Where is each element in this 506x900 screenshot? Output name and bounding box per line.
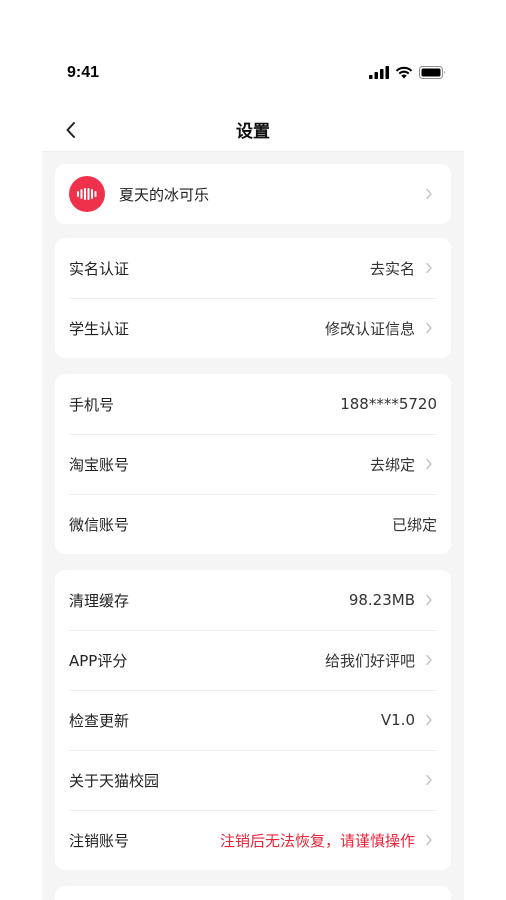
signal-icon	[369, 66, 389, 79]
list-item-phone: 手机号 188****5720	[55, 374, 451, 434]
chevron-right-icon	[421, 320, 437, 336]
list-item-rate-app[interactable]: APP评分 给我们好评吧	[55, 630, 451, 690]
item-value: V1.0	[380, 711, 415, 729]
item-value: 98.23MB	[348, 591, 415, 609]
chevron-right-icon	[421, 772, 437, 788]
item-label: APP评分	[69, 651, 128, 670]
item-label: 检查更新	[69, 711, 130, 730]
status-time: 9:41	[67, 64, 100, 81]
chevron-right-icon	[421, 832, 437, 848]
profile-name: 夏天的冰可乐	[119, 185, 210, 204]
wifi-icon	[395, 66, 413, 79]
list-item-delete-account[interactable]: 注销账号 注销后无法恢复，请谨慎操作	[55, 810, 451, 870]
list-item-about[interactable]: 关于天猫校园	[55, 750, 451, 810]
list-item-wechat: 微信账号 已绑定	[55, 494, 451, 554]
list-item-taobao[interactable]: 淘宝账号 去绑定	[55, 434, 451, 494]
chevron-right-icon	[421, 652, 437, 668]
item-label: 淘宝账号	[69, 455, 130, 474]
item-value: 已绑定	[391, 515, 437, 534]
nav-bar: 设置	[42, 108, 464, 152]
item-value: 修改认证信息	[324, 319, 415, 338]
item-value: 给我们好评吧	[324, 651, 415, 670]
avatar	[69, 176, 105, 212]
next-card	[55, 886, 451, 900]
item-label: 关于天猫校园	[69, 771, 160, 790]
chevron-right-icon	[421, 456, 437, 472]
chevron-right-icon	[421, 712, 437, 728]
avatar-logo-icon	[77, 188, 97, 200]
list-item-student[interactable]: 学生认证 修改认证信息	[55, 298, 451, 358]
item-value: 188****5720	[340, 395, 437, 413]
chevron-right-icon	[421, 260, 437, 276]
page-title: 设置	[236, 122, 270, 142]
status-bar: 9:41	[42, 40, 464, 108]
chevron-right-icon	[421, 592, 437, 608]
list-item-check-update[interactable]: 检查更新 V1.0	[55, 690, 451, 750]
item-value: 去绑定	[369, 455, 415, 474]
list-item-real-name[interactable]: 实名认证 去实名	[55, 238, 451, 298]
profile-row[interactable]: 夏天的冰可乐	[55, 164, 451, 224]
item-label: 学生认证	[69, 319, 130, 338]
accounts-card: 手机号 188****5720 淘宝账号 去绑定 微信账号 已绑定	[55, 374, 451, 554]
item-label: 清理缓存	[69, 591, 130, 610]
item-label: 注销账号	[69, 831, 130, 850]
status-icons	[369, 66, 446, 79]
item-value: 去实名	[369, 259, 415, 278]
item-label: 实名认证	[69, 259, 130, 278]
settings-screen: 9:41 设置 夏天的冰可乐 实名认证 去实名 学生认证 修改认证信息 手机号 …	[42, 40, 464, 900]
item-label: 微信账号	[69, 515, 130, 534]
item-label: 手机号	[69, 395, 115, 414]
profile-card[interactable]: 夏天的冰可乐	[55, 164, 451, 224]
battery-icon	[419, 66, 445, 79]
delete-warning-text: 注销后无法恢复，请谨慎操作	[219, 831, 415, 850]
list-item-clear-cache[interactable]: 清理缓存 98.23MB	[55, 570, 451, 630]
verification-card: 实名认证 去实名 学生认证 修改认证信息	[55, 238, 451, 358]
chevron-right-icon	[421, 186, 437, 202]
app-card: 清理缓存 98.23MB APP评分 给我们好评吧 检查更新 V1.0 关于天猫…	[55, 570, 451, 870]
